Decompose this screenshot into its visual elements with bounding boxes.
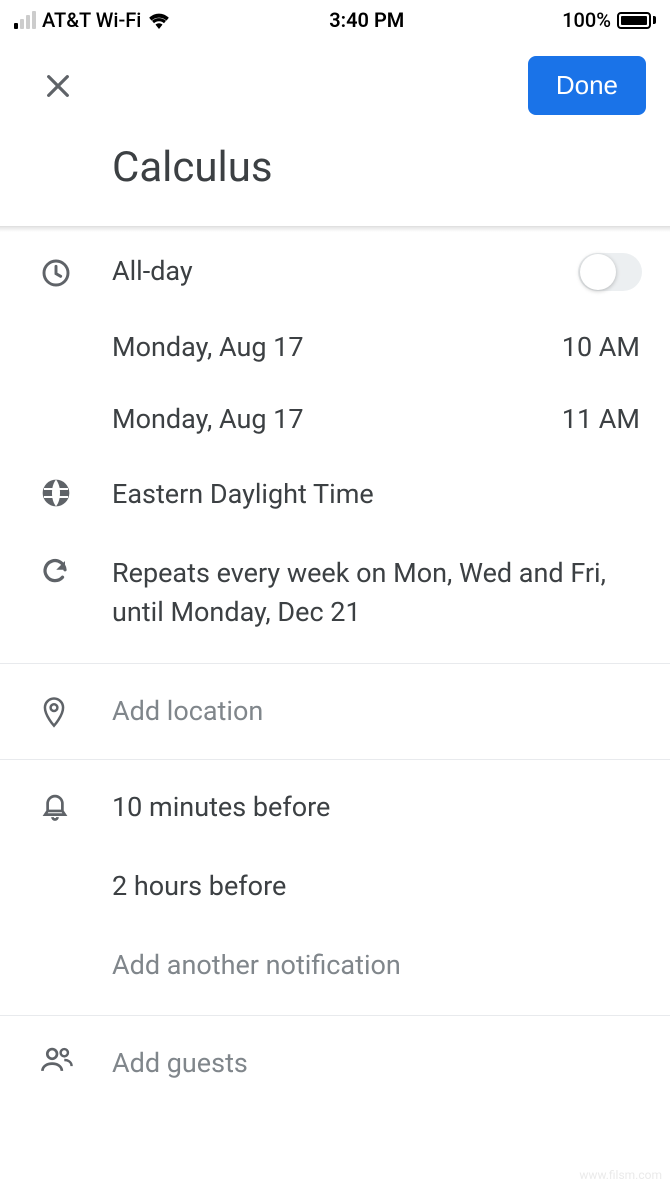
all-day-toggle[interactable] xyxy=(578,253,642,291)
status-time: 3:40 PM xyxy=(329,8,404,32)
close-button[interactable] xyxy=(42,70,74,102)
end-time: 11 AM xyxy=(562,403,640,435)
all-day-label: All-day xyxy=(112,252,578,291)
clock-icon xyxy=(40,255,112,289)
end-date: Monday, Aug 17 xyxy=(112,403,304,435)
status-bar: AT&T Wi-Fi 3:40 PM 100% xyxy=(0,0,670,40)
done-button[interactable]: Done xyxy=(528,56,646,115)
globe-icon xyxy=(40,475,112,509)
end-datetime-row[interactable]: Monday, Aug 17 11 AM xyxy=(0,383,670,455)
timezone-label: Eastern Daylight Time xyxy=(112,475,646,514)
add-notification-row[interactable]: Add another notification xyxy=(0,926,670,1015)
watermark: www.filsm.com xyxy=(579,1168,662,1182)
event-title[interactable]: Calculus xyxy=(0,115,670,226)
timezone-row[interactable]: Eastern Daylight Time xyxy=(0,455,670,534)
carrier-label: AT&T Wi-Fi xyxy=(42,8,141,32)
recurrence-row[interactable]: Repeats every week on Mon, Wed and Fri, … xyxy=(0,534,670,662)
wifi-icon xyxy=(147,11,171,29)
recurrence-label: Repeats every week on Mon, Wed and Fri, … xyxy=(112,554,646,632)
notification-row-0[interactable]: 10 minutes before xyxy=(0,760,670,847)
location-row[interactable]: Add location xyxy=(0,664,670,759)
notification-label-0: 10 minutes before xyxy=(112,788,646,827)
time-section: All-day Monday, Aug 17 10 AM Monday, Aug… xyxy=(0,232,670,663)
guests-row[interactable]: Add guests xyxy=(0,1016,670,1103)
start-time: 10 AM xyxy=(562,331,640,363)
cellular-signal-icon xyxy=(14,11,36,29)
repeat-icon xyxy=(40,554,112,586)
notification-label-1: 2 hours before xyxy=(112,867,646,906)
location-placeholder: Add location xyxy=(112,692,646,731)
start-date: Monday, Aug 17 xyxy=(112,331,304,363)
bell-icon xyxy=(40,788,112,822)
guests-placeholder: Add guests xyxy=(112,1044,646,1083)
notifications-section: 10 minutes before 2 hours before Add ano… xyxy=(0,760,670,1015)
notification-row-1[interactable]: 2 hours before xyxy=(0,847,670,926)
add-notification-label: Add another notification xyxy=(112,946,646,985)
start-datetime-row[interactable]: Monday, Aug 17 10 AM xyxy=(0,311,670,383)
battery-icon xyxy=(617,12,656,29)
battery-percent: 100% xyxy=(562,8,611,32)
header: Done xyxy=(0,40,670,115)
location-pin-icon xyxy=(40,692,112,728)
people-icon xyxy=(40,1044,112,1074)
